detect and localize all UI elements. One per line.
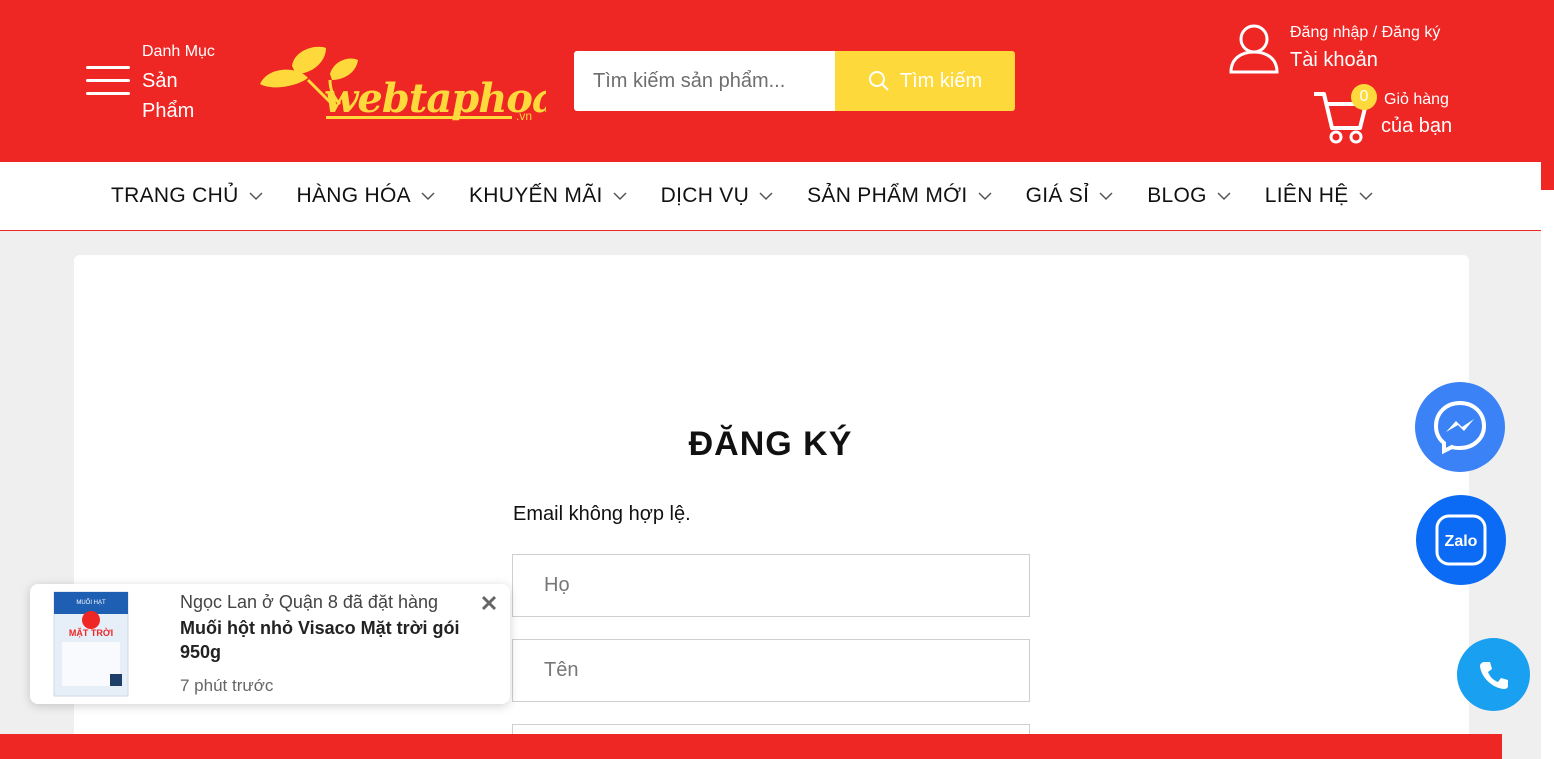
last-name-field[interactable] bbox=[512, 554, 1030, 617]
search-button[interactable]: Tìm kiếm bbox=[835, 51, 1015, 111]
nav-item-trang-chu[interactable]: TRANG CHỦ bbox=[111, 184, 263, 208]
nav-item-label: DỊCH VỤ bbox=[660, 184, 750, 207]
nav-item-hang-hoa[interactable]: HÀNG HÓA bbox=[297, 184, 435, 208]
chevron-down-icon bbox=[421, 192, 435, 201]
category-big-label: Sản Phẩm bbox=[142, 70, 195, 122]
messenger-icon bbox=[1433, 400, 1487, 455]
thumb-label-main: MẶT TRỜI bbox=[69, 627, 113, 638]
cart-label-line2: của bạn bbox=[1381, 115, 1453, 137]
chevron-down-icon bbox=[1099, 192, 1113, 201]
nav-item-lien-he[interactable]: LIÊN HỆ bbox=[1265, 184, 1373, 208]
main-nav: TRANG CHỦ HÀNG HÓA KHUYẾN MÃI DỊCH VỤ SẢ… bbox=[0, 162, 1541, 231]
search-bar: Tìm kiếm bbox=[574, 51, 1015, 111]
cart-link[interactable]: 0 Giỏ hàng của bạn bbox=[1312, 84, 1462, 144]
login-register-link[interactable]: Đăng nhập / Đăng ký bbox=[1290, 24, 1440, 42]
product-thumbnail: MUỐI HẠT MẶT TRỜI bbox=[53, 591, 129, 697]
notification-time: 7 phút trước bbox=[180, 676, 274, 695]
nav-item-label: GIÁ SỈ bbox=[1025, 184, 1090, 207]
scroll-strip[interactable] bbox=[1541, 190, 1554, 759]
nav-item-blog[interactable]: BLOG bbox=[1147, 184, 1231, 208]
scroll-strip-top bbox=[1541, 0, 1554, 190]
notification-product[interactable]: Muối hột nhỏ Visaco Mặt trời gói 950g bbox=[180, 616, 480, 664]
call-button[interactable] bbox=[1457, 638, 1530, 711]
order-notification[interactable]: MUỐI HẠT MẶT TRỜI Ngọc Lan ở Quận 8 đã đ… bbox=[30, 584, 510, 704]
category-menu-label[interactable]: Danh Mục Sản Phẩm bbox=[142, 42, 222, 126]
zalo-icon: Zalo bbox=[1435, 514, 1487, 566]
nav-item-dich-vu[interactable]: DỊCH VỤ bbox=[661, 184, 773, 208]
close-icon[interactable] bbox=[480, 594, 498, 612]
form-error-message: Email không hợp lệ. bbox=[513, 503, 691, 525]
nav-item-label: HÀNG HÓA bbox=[296, 184, 411, 207]
logo-suffix: .vn bbox=[516, 109, 532, 123]
chevron-down-icon bbox=[613, 192, 627, 201]
site-logo[interactable]: webtaphoa .vn bbox=[246, 44, 546, 124]
account-label: Tài khoản bbox=[1290, 49, 1378, 71]
chevron-down-icon bbox=[249, 192, 263, 201]
logo-text: webtaphoa bbox=[324, 75, 546, 122]
cart-label-line1: Giỏ hàng bbox=[1384, 91, 1449, 108]
menu-hamburger-icon[interactable] bbox=[86, 60, 132, 100]
chevron-down-icon bbox=[759, 192, 773, 201]
first-name-field[interactable] bbox=[512, 639, 1030, 702]
search-input[interactable] bbox=[574, 51, 835, 111]
chevron-down-icon bbox=[1217, 192, 1231, 201]
nav-item-label: LIÊN HỆ bbox=[1264, 184, 1349, 207]
nav-item-khuyen-mai[interactable]: KHUYẾN MÃI bbox=[469, 184, 627, 208]
nav-item-label: KHUYẾN MÃI bbox=[468, 184, 603, 207]
zalo-label: Zalo bbox=[1445, 533, 1478, 550]
nav-item-san-pham-moi[interactable]: SẢN PHẨM MỚI bbox=[807, 184, 992, 208]
cart-count-badge: 0 bbox=[1351, 84, 1377, 110]
notification-buyer: Ngọc Lan ở Quận 8 đã đặt hàng bbox=[180, 592, 438, 612]
nav-item-gia-si[interactable]: GIÁ SỈ bbox=[1026, 184, 1114, 208]
account-link[interactable]: Đăng nhập / Đăng ký Tài khoản bbox=[1228, 22, 1468, 78]
nav-item-label: TRANG CHỦ bbox=[111, 184, 239, 207]
zalo-button[interactable]: Zalo bbox=[1416, 495, 1506, 585]
chevron-down-icon bbox=[1359, 192, 1373, 201]
phone-icon bbox=[1479, 661, 1508, 689]
search-button-label: Tìm kiếm bbox=[899, 69, 983, 92]
page-title: ĐĂNG KÝ bbox=[688, 425, 853, 463]
thumb-label-top: MUỐI HẠT bbox=[76, 599, 106, 606]
messenger-button[interactable] bbox=[1415, 382, 1505, 472]
chevron-down-icon bbox=[978, 192, 992, 201]
category-small-label: Danh Mục bbox=[142, 43, 215, 60]
user-icon bbox=[1229, 24, 1279, 74]
nav-item-label: BLOG bbox=[1147, 184, 1207, 207]
footer-bar bbox=[0, 734, 1502, 759]
nav-item-label: SẢN PHẨM MỚI bbox=[807, 184, 968, 207]
search-icon bbox=[868, 71, 889, 91]
